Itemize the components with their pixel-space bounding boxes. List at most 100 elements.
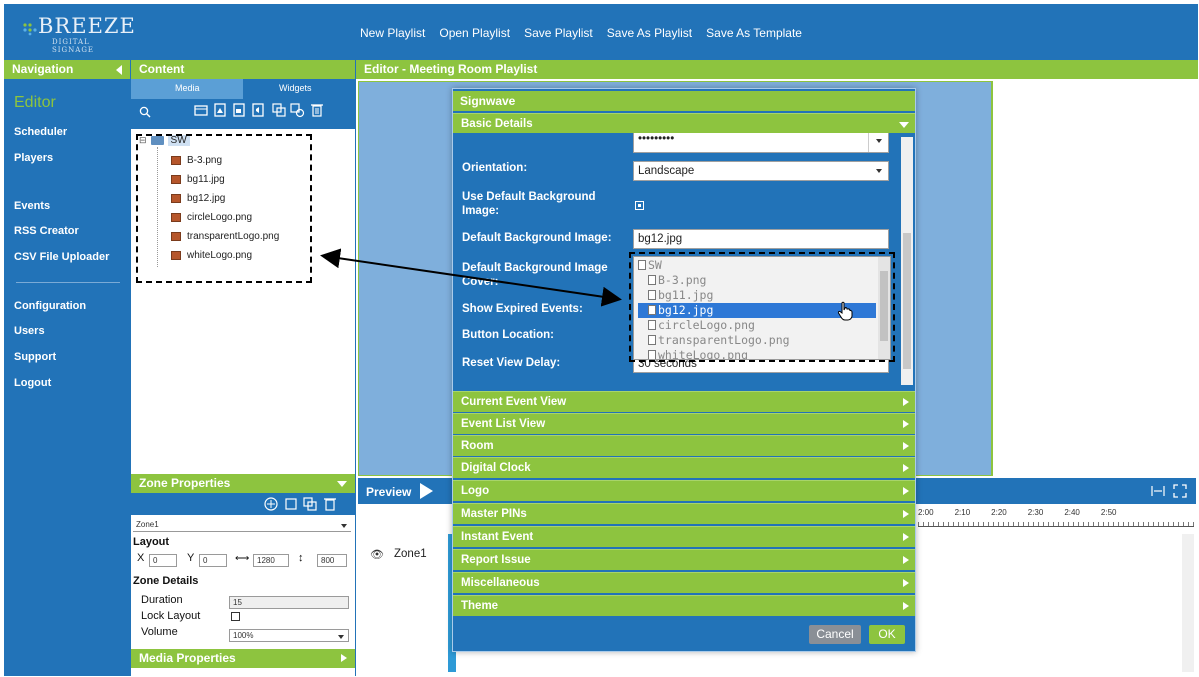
copy-zone-icon[interactable] bbox=[302, 496, 318, 512]
dialog-scrollbar[interactable] bbox=[901, 137, 913, 385]
volume-select[interactable]: 100% bbox=[229, 629, 349, 642]
new-folder-icon[interactable] bbox=[193, 102, 209, 118]
ok-button[interactable]: OK bbox=[869, 625, 905, 644]
top-bar: BREEZE DIGITAL SIGNAGE New Playlist Open… bbox=[4, 4, 1198, 60]
button-location-label: Button Location: bbox=[462, 329, 554, 341]
nav-item-rss-creator[interactable]: RSS Creator bbox=[14, 225, 79, 237]
section-label: Event List View bbox=[461, 418, 546, 430]
navigation-header: Navigation bbox=[4, 60, 130, 79]
password-toggle[interactable] bbox=[868, 133, 888, 152]
height-input[interactable]: 800 bbox=[317, 554, 347, 567]
zone-select[interactable]: Zone1 bbox=[133, 519, 351, 532]
duration-input[interactable]: 15 bbox=[229, 596, 349, 609]
collapse-left-icon[interactable] bbox=[116, 65, 122, 75]
section-room[interactable]: Room bbox=[453, 435, 915, 456]
section-label: Report Issue bbox=[461, 554, 531, 566]
duration-label: Duration bbox=[141, 594, 183, 606]
delete-icon[interactable] bbox=[309, 102, 325, 118]
section-report-issue[interactable]: Report Issue bbox=[453, 549, 915, 570]
media-properties-header[interactable]: Media Properties bbox=[131, 649, 355, 668]
content-tabs: Media Widgets bbox=[131, 79, 355, 99]
zone-properties-header[interactable]: Zone Properties bbox=[131, 474, 355, 493]
section-label: Room bbox=[461, 440, 494, 452]
x-label: X bbox=[137, 552, 145, 564]
nav-item-configuration[interactable]: Configuration bbox=[14, 300, 86, 312]
section-theme[interactable]: Theme bbox=[453, 595, 915, 616]
save-as-template-link[interactable]: Save As Template bbox=[706, 26, 802, 40]
delete-zone-icon[interactable] bbox=[322, 496, 338, 512]
eye-icon[interactable]: 👁 bbox=[370, 548, 384, 561]
play-icon[interactable] bbox=[420, 483, 433, 499]
nav-item-support[interactable]: Support bbox=[14, 351, 56, 363]
nav-item-editor[interactable]: Editor bbox=[14, 94, 56, 112]
timeline-ticks: 2:00 2:10 2:20 2:30 2:40 2:50 bbox=[918, 508, 1116, 517]
new-playlist-link[interactable]: New Playlist bbox=[360, 26, 425, 40]
zone-layer-icon[interactable] bbox=[283, 496, 299, 512]
tab-widgets[interactable]: Widgets bbox=[279, 83, 312, 93]
y-input[interactable]: 0 bbox=[199, 554, 227, 567]
copy-icon[interactable] bbox=[271, 102, 287, 118]
use-default-bg-checkbox[interactable] bbox=[635, 201, 644, 210]
logo-subtext: DIGITAL SIGNAGE bbox=[52, 38, 95, 54]
nav-item-scheduler[interactable]: Scheduler bbox=[14, 126, 67, 138]
caret-down-icon bbox=[338, 635, 344, 639]
nav-item-events[interactable]: Events bbox=[14, 200, 50, 212]
section-miscellaneous[interactable]: Miscellaneous bbox=[453, 572, 915, 593]
nav-item-csv-file-uploader[interactable]: CSV File Uploader bbox=[14, 251, 109, 263]
caret-down-icon bbox=[341, 524, 347, 528]
password-input[interactable]: ••••••••• bbox=[633, 133, 889, 153]
logo-dots-icon bbox=[23, 23, 37, 36]
navigation-title: Navigation bbox=[12, 62, 74, 76]
cancel-button[interactable]: Cancel bbox=[809, 625, 861, 644]
upload-image-icon[interactable] bbox=[212, 102, 228, 118]
timeline-tick: 2:30 bbox=[1027, 508, 1044, 517]
nav-item-users[interactable]: Users bbox=[14, 325, 45, 337]
x-input[interactable]: 0 bbox=[149, 554, 177, 567]
section-instant-event[interactable]: Instant Event bbox=[453, 526, 915, 547]
scroll-thumb[interactable] bbox=[903, 233, 911, 369]
duplicate-icon[interactable] bbox=[289, 102, 305, 118]
timeline-tick: 2:20 bbox=[991, 508, 1007, 517]
section-current-event-view[interactable]: Current Event View bbox=[453, 391, 915, 412]
save-as-playlist-link[interactable]: Save As Playlist bbox=[607, 26, 692, 40]
timeline-scrollbar[interactable] bbox=[1182, 534, 1194, 672]
width-input[interactable]: 1280 bbox=[253, 554, 289, 567]
section-label: Theme bbox=[461, 600, 499, 612]
zone-row-label: Zone1 bbox=[394, 548, 427, 560]
section-label: Master PINs bbox=[461, 508, 527, 520]
fit-width-icon[interactable] bbox=[1150, 483, 1166, 499]
orientation-select[interactable]: Landscape bbox=[633, 161, 889, 181]
default-bg-input[interactable]: bg12.jpg bbox=[633, 229, 889, 249]
preview-label: Preview bbox=[366, 485, 412, 499]
upload-video-icon[interactable] bbox=[231, 102, 247, 118]
lock-layout-checkbox[interactable] bbox=[231, 612, 240, 621]
tab-media[interactable]: Media bbox=[131, 79, 243, 99]
search-icon[interactable] bbox=[139, 106, 151, 118]
section-basic-details[interactable]: Basic Details bbox=[453, 113, 915, 134]
section-logo[interactable]: Logo bbox=[453, 480, 915, 501]
orientation-label: Orientation: bbox=[462, 162, 528, 174]
reset-view-label: Reset View Delay: bbox=[462, 357, 561, 369]
section-event-list-view[interactable]: Event List View bbox=[453, 413, 915, 434]
password-value: ••••••••• bbox=[638, 133, 675, 145]
media-toolbar bbox=[131, 99, 355, 129]
section-label: Basic Details bbox=[461, 118, 533, 130]
save-playlist-link[interactable]: Save Playlist bbox=[524, 26, 593, 40]
use-default-bg-label: Use Default Background Image: bbox=[462, 191, 596, 217]
height-arrow-icon: ↕ bbox=[298, 552, 304, 564]
section-label: Current Event View bbox=[461, 396, 567, 408]
chevron-down-icon bbox=[337, 481, 347, 487]
breeze-logo[interactable]: BREEZE DIGITAL SIGNAGE bbox=[22, 14, 135, 54]
fit-all-icon[interactable] bbox=[1172, 483, 1188, 499]
upload-audio-icon[interactable] bbox=[250, 102, 266, 118]
top-menu: New Playlist Open Playlist Save Playlist… bbox=[360, 26, 802, 40]
tab-media-label: Media bbox=[175, 83, 200, 93]
open-playlist-link[interactable]: Open Playlist bbox=[439, 26, 510, 40]
layout-label: Layout bbox=[133, 536, 170, 548]
chevron-right-icon bbox=[903, 579, 909, 587]
section-digital-clock[interactable]: Digital Clock bbox=[453, 457, 915, 478]
nav-item-logout[interactable]: Logout bbox=[14, 377, 51, 389]
add-zone-icon[interactable] bbox=[263, 496, 279, 512]
nav-item-players[interactable]: Players bbox=[14, 152, 53, 164]
section-master-pins[interactable]: Master PINs bbox=[453, 503, 915, 524]
